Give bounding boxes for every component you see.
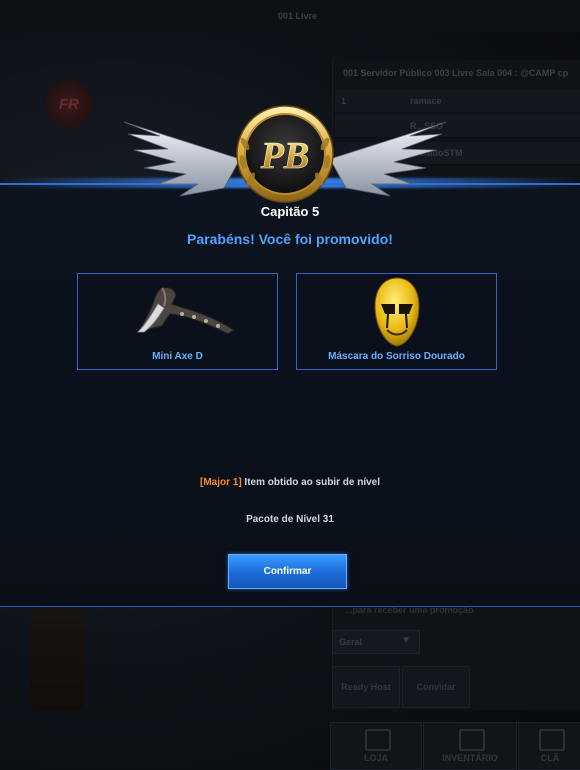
- chat-filter-value: Geral: [339, 637, 363, 647]
- clan-tab[interactable]: CLÃ: [518, 722, 580, 770]
- cart-icon: [365, 729, 391, 751]
- clan-icon: [539, 729, 565, 751]
- server-title: 001 Servidor Público 003 Livre Sala 004 …: [343, 68, 569, 78]
- invite-button[interactable]: Convidar: [402, 666, 470, 708]
- reward-label: Mini Axe D: [152, 351, 203, 362]
- reward-label: Máscara do Sorriso Dourado: [328, 351, 465, 362]
- left-wing: [123, 121, 241, 197]
- package-name: Pacote de Nível 31: [246, 514, 334, 525]
- shop-tab[interactable]: LOJA: [330, 722, 422, 770]
- inventory-icon: [459, 729, 485, 751]
- promotion-message: Parabéns! Você foi promovido!: [187, 231, 393, 247]
- shop-tab-label: LOJA: [363, 753, 388, 763]
- dialog-bottom-border: [0, 606, 580, 607]
- axe-icon: [136, 286, 236, 335]
- level-info-text: Item obtido ao subir de nível: [241, 477, 381, 488]
- inventory-tab[interactable]: INVENTÁRIO: [423, 722, 517, 770]
- reward-card[interactable]: Mini Axe D: [77, 273, 278, 370]
- clan-tab-label: CLÃ: [540, 753, 560, 763]
- level-info: [Major 1] Item obtido ao subir de nível: [0, 477, 580, 488]
- right-wing: [329, 121, 447, 197]
- emblem-monogram: PB: [260, 135, 310, 177]
- reward-card[interactable]: Máscara do Sorriso Dourado: [296, 273, 497, 370]
- inventory-tab-label: INVENTÁRIO: [442, 753, 498, 763]
- chevron-down-icon: ▼: [401, 635, 411, 646]
- character-silhouette: [30, 600, 85, 710]
- ready-button[interactable]: Ready Host: [332, 666, 400, 708]
- chat-filter-select[interactable]: Geral ▼: [332, 630, 420, 654]
- confirm-button[interactable]: Confirmar: [228, 554, 347, 589]
- room-name: 001 Livre: [278, 11, 318, 21]
- level-tag: [Major 1]: [199, 477, 242, 488]
- golden-mask-icon: [374, 277, 420, 347]
- clan-logo: FR: [45, 80, 93, 128]
- rank-emblem: PB: [123, 105, 447, 203]
- rank-title: Capitão 5: [260, 204, 320, 219]
